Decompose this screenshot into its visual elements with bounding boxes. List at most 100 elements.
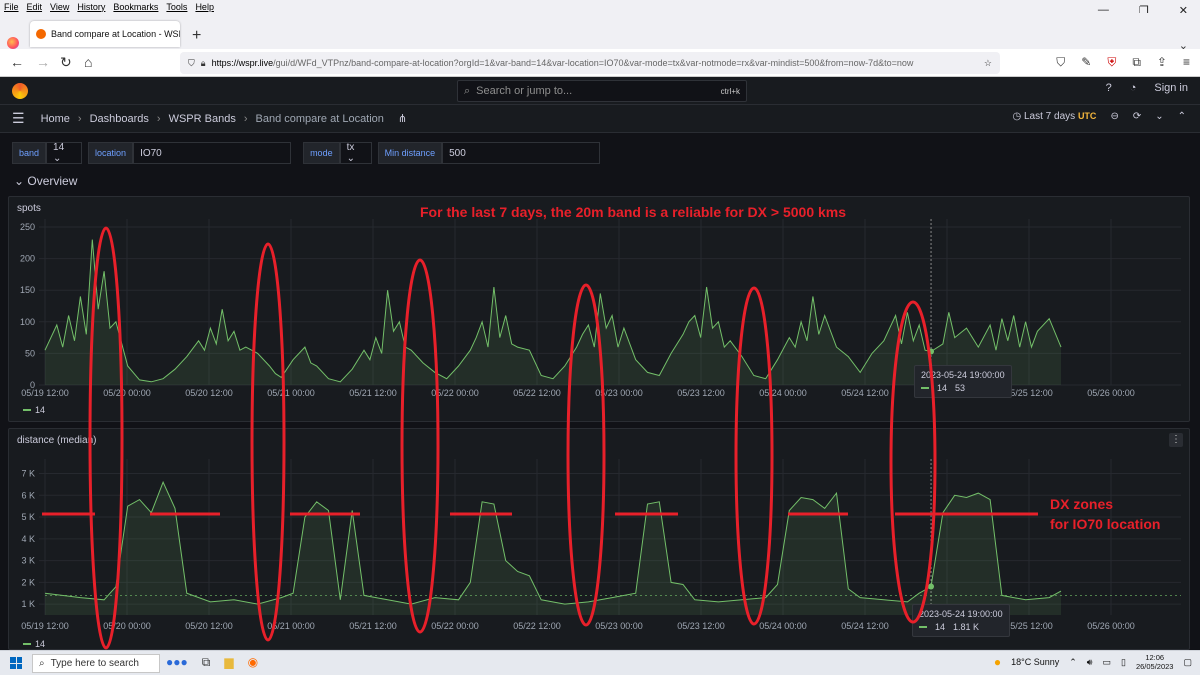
x-tick-label: 05/21 00:00 (267, 388, 315, 398)
back-icon[interactable]: ← (10, 54, 24, 70)
tooltip-series: 14 (935, 622, 946, 632)
grafana-favicon-icon (36, 29, 46, 39)
breadcrumb-home[interactable]: Home (41, 113, 70, 125)
spots-legend[interactable]: 14 (23, 405, 45, 415)
var-location-input[interactable]: IO70 (133, 142, 292, 164)
row-overview[interactable]: ⌄ Overview (14, 174, 77, 188)
menu-view[interactable]: View (50, 2, 69, 12)
x-tick-label: 05/21 00:00 (267, 621, 315, 631)
tab-band-compare[interactable]: Band compare at Location - WSPR ✕ (30, 21, 180, 47)
grafana-logo-icon[interactable] (12, 83, 28, 99)
x-tick-label: 05/21 12:00 (349, 621, 397, 631)
var-band-select[interactable]: 14 ⌄ (46, 142, 83, 164)
sun-icon: ● (993, 655, 1002, 669)
refresh-icon[interactable]: ⟳ (1133, 111, 1141, 122)
y-tick-label: 3 K (21, 556, 35, 566)
var-mode-select[interactable]: tx ⌄ (339, 142, 372, 164)
task-view-icon[interactable]: ⧉ (202, 655, 211, 670)
x-tick-label: 05/26 00:00 (1087, 621, 1135, 631)
x-tick-label: 05/21 12:00 (349, 388, 397, 398)
x-tick-label: 05/23 00:00 (595, 388, 643, 398)
x-tick-label: 05/24 00:00 (759, 621, 807, 631)
weather-widget-icon[interactable]: ●●● (166, 655, 188, 670)
x-tick-label: 05/24 12:00 (841, 388, 889, 398)
system-tray: ● 18°C Sunny ⌃ 🔊︎ ▭ ▯ 12:06 26/05/2023 ▢ (994, 653, 1192, 671)
tooltip-swatch (919, 626, 927, 628)
series-area (45, 239, 1061, 385)
search-input[interactable]: ⌕ Search or jump to... ctrl+k (457, 80, 747, 102)
share-icon[interactable]: ⇪ (1157, 55, 1167, 70)
y-tick-label: 150 (20, 285, 35, 295)
annotation-dx-zones: DX zones (1050, 496, 1114, 512)
x-tick-label: 05/24 12:00 (841, 621, 889, 631)
rss-icon[interactable]: ◔ (1130, 82, 1137, 94)
menu-file[interactable]: File (4, 2, 19, 12)
spots-chart[interactable]: 05010015020025005/19 12:00 05/20 00:00 05/… (9, 197, 1189, 421)
x-tick-label: 05/26 00:00 (1087, 388, 1135, 398)
shield-icon[interactable]: ⛉ (188, 58, 195, 69)
var-location-label: location (88, 142, 134, 164)
y-tick-label: 250 (20, 222, 35, 232)
url-bar[interactable]: ⛉ 🔒︎ https://wspr.live/gui/d/WFd_VTPnz/b… (180, 52, 1000, 74)
panel-distance: distance (median) ⋮ 1 K2 K3 K4 K5 K6 K7 … (8, 428, 1190, 650)
forward-icon[interactable]: → (36, 54, 50, 70)
file-explorer-icon[interactable]: ▆ (224, 655, 233, 670)
y-tick-label: 5 K (21, 512, 35, 522)
menu-bookmarks[interactable]: Bookmarks (113, 2, 158, 12)
menu-help[interactable]: Help (195, 2, 214, 12)
refresh-interval-chevron-icon[interactable]: ⌄ (1155, 111, 1163, 122)
distance-legend[interactable]: 14 (23, 639, 45, 649)
browser-menubar: File Edit View History Bookmarks Tools H… (0, 0, 1200, 13)
navigation-bar: ← → ↻ ⌂ ⛉ 🔒︎ https://wspr.live/gui/d/WFd… (0, 49, 1200, 77)
breadcrumb-wspr-bands[interactable]: WSPR Bands (169, 113, 236, 125)
firefox-taskbar-icon[interactable]: ◉ (248, 655, 258, 670)
share-icon[interactable]: ⋔ (398, 112, 407, 125)
new-tab-icon[interactable]: + (192, 27, 201, 45)
help-icon[interactable]: ? (1106, 82, 1112, 94)
var-mindist-input[interactable]: 500 (442, 142, 601, 164)
breadcrumb-dashboards[interactable]: Dashboards (90, 113, 149, 125)
lock-icon[interactable]: 🔒︎ (201, 58, 206, 69)
home-icon[interactable]: ⌂ (84, 54, 92, 70)
firefox-icon[interactable] (7, 37, 19, 49)
ublock-icon[interactable]: ⛨ (1107, 55, 1116, 70)
windows-start-icon[interactable] (10, 657, 22, 669)
pocket-icon[interactable]: ⛉ (1056, 55, 1065, 70)
windows-taskbar: ⌕ Type here to search ●●● ⧉ ▆ ◉ ● 18°C S… (0, 650, 1200, 675)
legend-swatch (23, 409, 31, 411)
extension-icon[interactable]: ✎ (1081, 55, 1091, 70)
x-tick-label: 05/23 12:00 (677, 621, 725, 631)
menu-tools[interactable]: Tools (166, 2, 187, 12)
legend-swatch (23, 643, 31, 645)
tooltip-value: 53 (955, 383, 966, 393)
x-tick-label: 05/22 12:00 (513, 388, 561, 398)
volume-icon[interactable]: 🔊︎ (1087, 657, 1093, 668)
reload-icon[interactable]: ↻ (60, 54, 72, 71)
collapse-icon[interactable]: ⌃ (1178, 111, 1186, 122)
x-tick-label: 05/20 00:00 (103, 621, 151, 631)
breadcrumb-current: Band compare at Location (255, 112, 384, 125)
distance-chart[interactable]: 1 K 2 K 3 K 4 K 5 K 6 K 7 K 05/19 12:00 05/20 00… (9, 429, 1189, 649)
taskbar-search-input[interactable]: ⌕ Type here to search (32, 654, 160, 673)
menu-history[interactable]: History (77, 2, 105, 12)
time-picker[interactable]: ◷ Last 7 days UTC (1012, 111, 1096, 122)
notifications-icon[interactable]: ▢ (1183, 657, 1192, 668)
menu-toggle-icon[interactable]: ☰ (12, 110, 25, 127)
url-domain: https://wspr.live (211, 58, 274, 68)
legend-label: 14 (35, 405, 46, 415)
zoom-out-icon[interactable]: ⊖ (1110, 111, 1118, 122)
sign-in-link[interactable]: Sign in (1154, 82, 1188, 94)
x-tick-label: 05/22 00:00 (431, 621, 479, 631)
series-area (45, 482, 1061, 615)
network-icon[interactable]: ▭ (1102, 657, 1111, 668)
taskbar-apps: ●●● ⧉ ▆ ◉ (166, 655, 258, 670)
bookmark-star-icon[interactable]: ☆ (984, 58, 992, 69)
tray-chevron-icon[interactable]: ⌃ (1069, 657, 1077, 668)
hamburger-menu-icon[interactable]: ≡ (1183, 55, 1190, 70)
x-tick-label: 05/22 12:00 (513, 621, 561, 631)
menu-edit[interactable]: Edit (27, 2, 43, 12)
clock[interactable]: 12:06 26/05/2023 (1136, 653, 1174, 671)
x-tick-label: 05/23 12:00 (677, 388, 725, 398)
battery-icon[interactable]: ▯ (1121, 657, 1126, 668)
puzzle-icon[interactable]: ⧉ (1132, 55, 1141, 70)
